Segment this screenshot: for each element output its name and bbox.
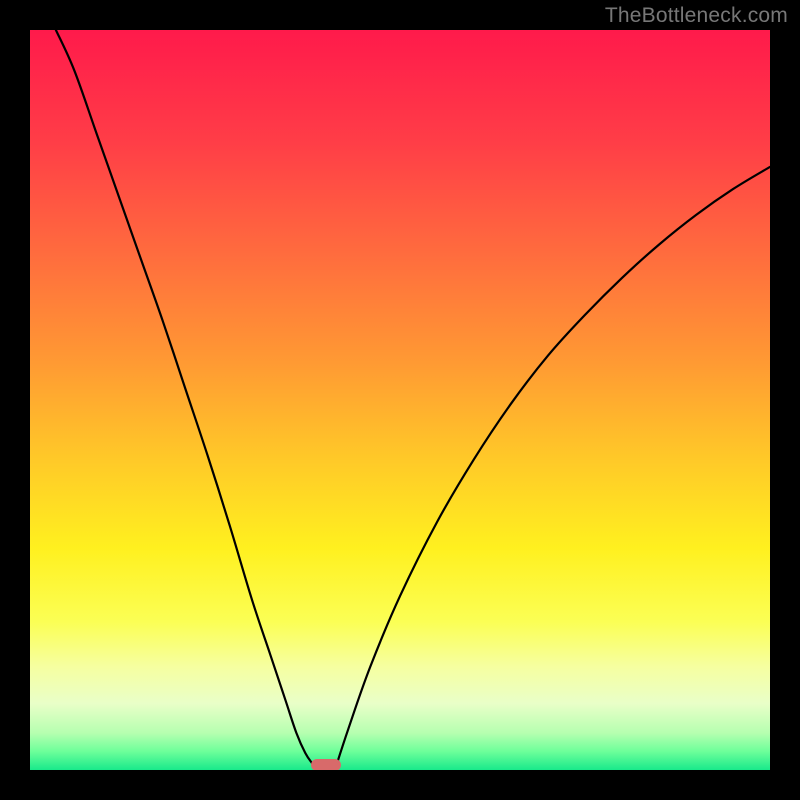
plot-area <box>30 30 770 770</box>
chart-frame: TheBottleneck.com <box>0 0 800 800</box>
right-curve <box>335 167 770 770</box>
curve-layer <box>30 30 770 770</box>
watermark-text: TheBottleneck.com <box>605 4 788 28</box>
bottleneck-marker <box>311 759 341 770</box>
left-curve <box>56 30 317 770</box>
